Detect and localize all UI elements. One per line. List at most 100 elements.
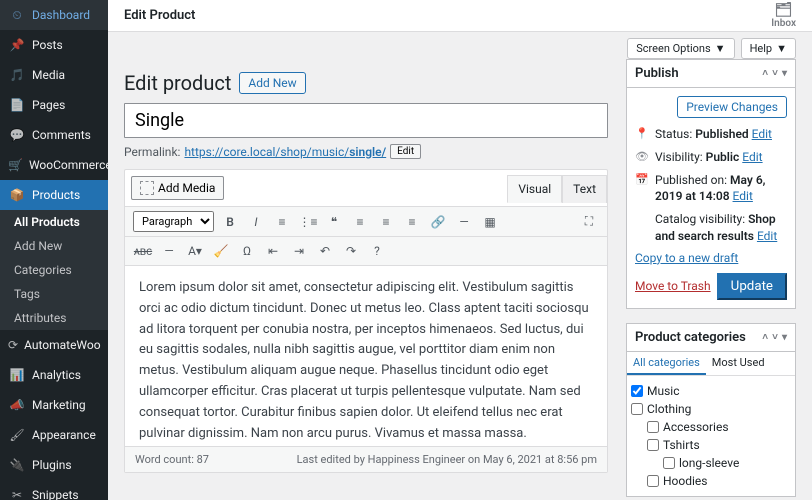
clear-button[interactable]: 🧹	[211, 241, 231, 261]
submenu-all-products[interactable]: All Products	[0, 210, 108, 234]
category-checkbox[interactable]	[647, 421, 659, 433]
sidebar-label: Posts	[32, 38, 63, 52]
category-tree: Music Clothing Accessories Tshirts long-…	[627, 376, 795, 496]
chevron-down-icon[interactable]: ˅	[772, 68, 778, 79]
sidebar-media[interactable]: 🎵Media	[0, 60, 108, 90]
chevron-up-icon[interactable]: ˄	[762, 68, 768, 79]
visual-tab[interactable]: Visual	[507, 175, 562, 203]
align-right-button[interactable]: ≡	[402, 212, 422, 232]
sidebar-label: Plugins	[32, 458, 72, 472]
chevron-down-icon[interactable]: ▾	[782, 68, 787, 79]
word-count: Word count: 87	[135, 453, 209, 466]
right-rail: Publish ˄˅▾ Preview Changes 📍Status: Pub…	[626, 59, 796, 500]
update-button[interactable]: Update	[717, 273, 787, 300]
screen-options-button[interactable]: Screen Options ▼	[627, 38, 734, 59]
chevron-down-icon: ▼	[776, 42, 787, 55]
submenu-tags[interactable]: Tags	[0, 282, 108, 306]
chevron-down-icon[interactable]: ˅	[772, 332, 778, 343]
italic-button[interactable]: I	[246, 212, 266, 232]
sidebar-appearance[interactable]: 🖌Appearance	[0, 420, 108, 450]
sidebar-label: WooCommerce	[29, 158, 108, 172]
edit-date-link[interactable]: Edit	[733, 189, 753, 203]
submenu-add-new[interactable]: Add New	[0, 234, 108, 258]
publish-panel: Publish ˄˅▾ Preview Changes 📍Status: Pub…	[626, 59, 796, 309]
pin-icon: 📍	[635, 126, 649, 141]
sidebar-plugins[interactable]: 🔌 Plugins	[0, 450, 108, 480]
category-checkbox[interactable]	[647, 475, 659, 487]
fullscreen-button[interactable]: ⛶	[579, 211, 599, 231]
copy-draft-link[interactable]: Copy to a new draft	[635, 251, 738, 265]
chart-icon: 📊	[8, 366, 26, 384]
editor-box: Add Media Visual Text Paragraph B I ≡ ⋮≡…	[124, 169, 608, 473]
bold-button[interactable]: B	[220, 212, 240, 232]
content-main: Edit product Add New Permalink: https://…	[124, 59, 608, 500]
strike-button[interactable]: ᴀʙᴄ	[133, 241, 153, 261]
sidebar-automatewoo[interactable]: ⟳AutomateWoo	[0, 330, 108, 360]
permalink-edit-button[interactable]: Edit	[390, 144, 421, 159]
permalink-label: Permalink:	[124, 145, 180, 159]
edit-status-link[interactable]: Edit	[752, 127, 772, 141]
chevron-down-icon[interactable]: ▾	[782, 332, 787, 343]
submenu-attributes[interactable]: Attributes	[0, 306, 108, 330]
sidebar-label: Dashboard	[32, 8, 90, 22]
plug-icon: 🔌	[8, 456, 26, 474]
editor-footer: Word count: 87 Last edited by Happiness …	[125, 446, 607, 472]
preview-changes-button[interactable]: Preview Changes	[677, 96, 787, 118]
category-item[interactable]: Tshirts	[631, 436, 791, 454]
all-categories-tab[interactable]: All categories	[627, 352, 706, 375]
more-button[interactable]: —	[454, 212, 474, 232]
text-tab[interactable]: Text	[562, 175, 607, 203]
sidebar-posts[interactable]: 📌 Posts	[0, 30, 108, 60]
move-to-trash-link[interactable]: Move to Trash	[635, 279, 711, 293]
category-checkbox[interactable]	[663, 457, 675, 469]
sidebar-woocommerce[interactable]: 🛒 WooCommerce	[0, 150, 108, 180]
most-used-tab[interactable]: Most Used	[706, 352, 771, 375]
help-button[interactable]: Help ▼	[741, 38, 796, 59]
product-title-input[interactable]	[124, 103, 608, 138]
add-media-button[interactable]: Add Media	[131, 176, 224, 200]
category-item[interactable]: Hoodies	[631, 472, 791, 490]
sidebar-products[interactable]: 📦Products	[0, 180, 108, 210]
sidebar-marketing[interactable]: 📣Marketing	[0, 390, 108, 420]
inbox-button[interactable]: 🗂 Inbox	[771, 2, 796, 29]
category-item[interactable]: long-sleeve	[631, 454, 791, 472]
link-button[interactable]: 🔗	[428, 212, 448, 232]
toolbar-toggle-button[interactable]: ▦	[480, 212, 500, 232]
undo-button[interactable]: ↶	[315, 241, 335, 261]
category-item[interactable]: Accessories	[631, 418, 791, 436]
align-left-button[interactable]: ≡	[350, 212, 370, 232]
sidebar-dashboard[interactable]: ⏲Dashboard	[0, 0, 108, 30]
list-ol-button[interactable]: ⋮≡	[298, 212, 318, 232]
sidebar-comments[interactable]: 💬Comments	[0, 120, 108, 150]
editor-toolbar-2: ᴀʙᴄ — A▾ 🧹 Ω ⇤ ⇥ ↶ ↷ ?	[125, 237, 607, 266]
permalink-link[interactable]: https://core.local/shop/music/single/	[184, 145, 386, 159]
topbar: Edit Product 🗂 Inbox	[108, 0, 812, 32]
editor-body[interactable]: Lorem ipsum dolor sit amet, consectetur …	[125, 266, 607, 446]
align-center-button[interactable]: ≡	[376, 212, 396, 232]
sidebar-analytics[interactable]: 📊Analytics	[0, 360, 108, 390]
sidebar-pages[interactable]: 📄Pages	[0, 90, 108, 120]
paragraph-select[interactable]: Paragraph	[133, 211, 214, 232]
sidebar-snippets[interactable]: ✂Snippets	[0, 480, 108, 500]
category-item[interactable]: Music	[631, 382, 791, 400]
category-checkbox[interactable]	[647, 439, 659, 451]
quote-button[interactable]: ❝	[324, 212, 344, 232]
outdent-button[interactable]: ⇤	[263, 241, 283, 261]
category-checkbox[interactable]	[631, 385, 643, 397]
cart-icon: 🛒	[8, 156, 23, 174]
submenu-categories[interactable]: Categories	[0, 258, 108, 282]
help-button[interactable]: ?	[367, 241, 387, 261]
add-new-button[interactable]: Add New	[239, 72, 305, 94]
edit-visibility-link[interactable]: Edit	[742, 150, 762, 164]
edit-catalog-link[interactable]: Edit	[757, 229, 777, 243]
chevron-up-icon[interactable]: ˄	[762, 332, 768, 343]
pin-icon: 📌	[8, 36, 26, 54]
hr-button[interactable]: —	[159, 241, 179, 261]
indent-button[interactable]: ⇥	[289, 241, 309, 261]
redo-button[interactable]: ↷	[341, 241, 361, 261]
textcolor-button[interactable]: A▾	[185, 241, 205, 261]
special-button[interactable]: Ω	[237, 241, 257, 261]
category-checkbox[interactable]	[631, 403, 643, 415]
list-ul-button[interactable]: ≡	[272, 212, 292, 232]
category-item[interactable]: Clothing	[631, 400, 791, 418]
